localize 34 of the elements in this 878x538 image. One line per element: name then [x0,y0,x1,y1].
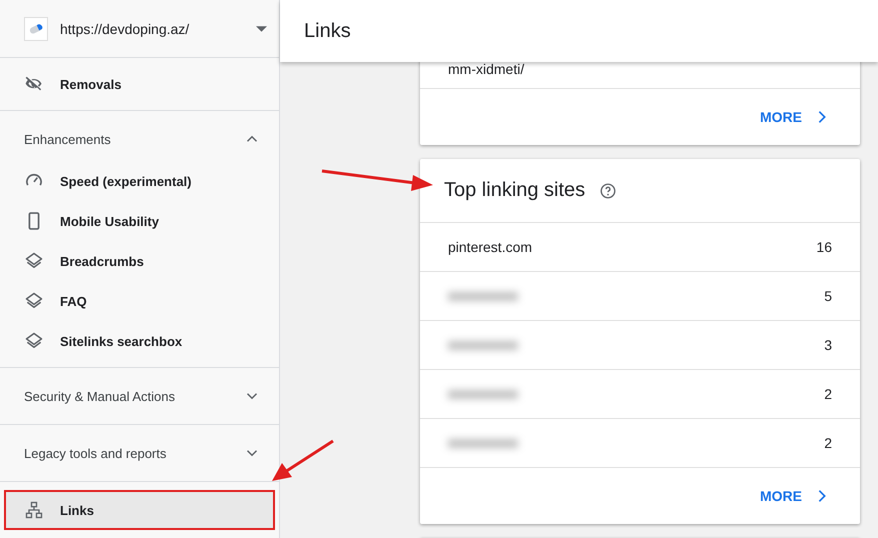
sidebar-item[interactable]: Links [4,490,275,530]
sidebar-item[interactable]: Breadcrumbs [0,241,279,281]
count-cell: 3 [824,337,832,353]
table-cell: mm-xidmeti/ [448,62,524,77]
count-cell: 5 [824,288,832,304]
blurred-site [448,292,518,300]
blurred-site [448,390,518,398]
site-cell: pinterest.com [448,239,532,255]
dropdown-icon[interactable] [256,26,267,32]
count-cell: 2 [824,435,832,451]
sidebar-item[interactable]: Mobile Usability [0,201,279,241]
count-cell: 2 [824,386,832,402]
page-title: Links [280,0,878,62]
count-cell: 16 [816,239,832,255]
section-header[interactable]: Enhancements [0,117,279,161]
blurred-site [448,340,518,350]
sidebar-item[interactable]: Sitelinks searchbox [0,321,279,361]
layers-icon [24,251,44,271]
layers-icon [24,291,44,311]
help-icon[interactable] [599,182,618,200]
card-title: Top linking sites [444,179,586,202]
more-button[interactable]: MORE [756,103,834,131]
sitemap-icon [24,500,44,520]
blurred-site [448,438,518,448]
layers-icon [24,331,44,351]
sidebar-item[interactable]: Speed (experimental) [0,161,279,201]
sidebar-item[interactable]: FAQ [0,281,279,321]
site-favicon-icon [24,16,48,40]
annotation-arrow [272,440,334,481]
more-button[interactable]: MORE [756,482,834,510]
property-selector[interactable]: https://devdoping.az/ [0,0,279,58]
section-header[interactable]: Legacy tools and reports [0,431,279,475]
sidebar-item[interactable]: Removals [0,64,279,104]
section-header[interactable]: Security & Manual Actions [0,374,279,418]
